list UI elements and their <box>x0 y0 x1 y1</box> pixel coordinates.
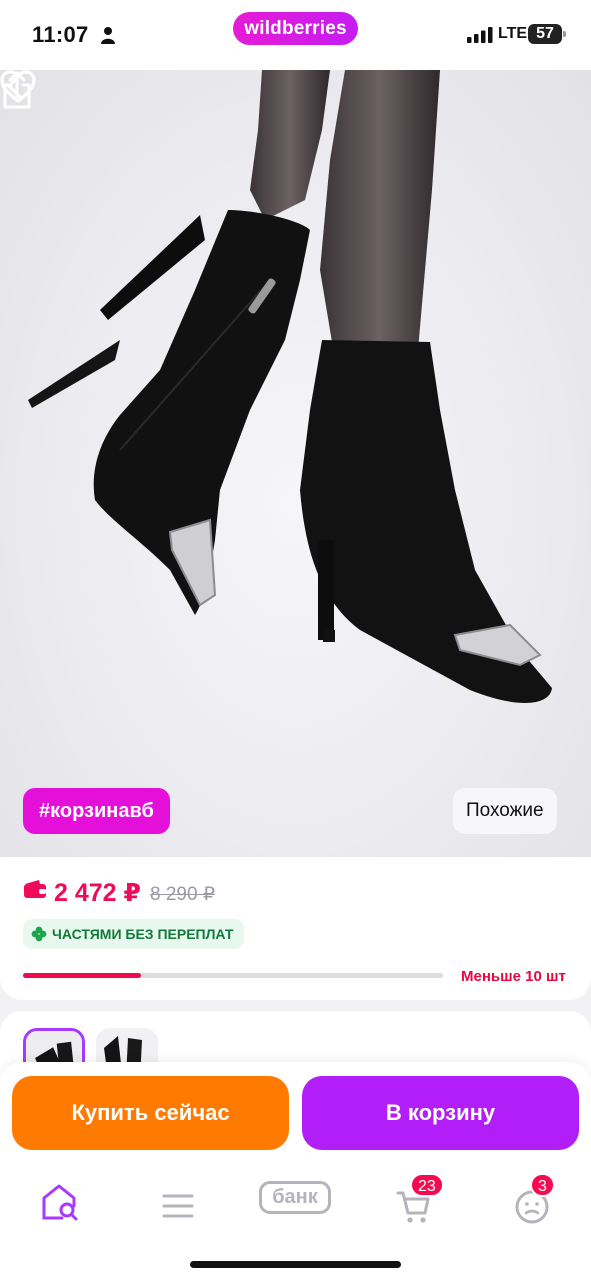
current-price: 2 472 ₽ <box>54 879 141 907</box>
home-indicator <box>190 1261 401 1268</box>
tab-bar: банк 23 3 <box>0 1162 591 1280</box>
installment-badge[interactable]: ЧАСТЯМИ БЕЗ ПЕРЕПЛАТ <box>23 919 245 949</box>
wildberries-logo[interactable]: wildberries <box>233 12 358 45</box>
add-to-cart-button[interactable]: В корзину <box>302 1076 579 1150</box>
product-photo[interactable]: #корзинавб Похожие <box>0 70 591 857</box>
tab-cart[interactable]: 23 <box>384 1172 444 1232</box>
share-icon[interactable] <box>0 70 34 110</box>
network-type: LTE <box>498 25 528 42</box>
product-image <box>28 70 552 703</box>
status-bar: 11:07 wildberries LTE 57 <box>0 0 591 70</box>
installment-label: ЧАСТЯМИ БЕЗ ПЕРЕПЛАТ <box>52 926 234 942</box>
battery-indicator: 57 <box>528 24 566 44</box>
price-card: 2 472 ₽ 8 290 ₽ ЧАСТЯМИ БЕЗ ПЕРЕПЛАТ Мен… <box>0 857 591 1000</box>
profile-badge: 3 <box>530 1173 555 1197</box>
signal-icon <box>467 27 493 43</box>
tab-profile[interactable]: 3 <box>502 1172 562 1232</box>
home-search-icon <box>42 1184 78 1221</box>
tab-home[interactable] <box>30 1172 90 1232</box>
stock-progress-fill <box>23 973 141 978</box>
hashtag-chip[interactable]: #корзинавб <box>23 788 170 834</box>
status-time: 11:07 <box>32 22 89 47</box>
similar-products-button[interactable]: Похожие <box>453 788 557 834</box>
action-bar: Купить сейчас В корзину <box>0 1062 591 1162</box>
stock-label: Меньше 10 шт <box>461 968 566 985</box>
tab-catalog[interactable] <box>148 1172 208 1232</box>
tab-bank[interactable]: банк <box>259 1181 331 1214</box>
menu-icon <box>162 1194 194 1218</box>
wallet-icon <box>24 880 46 898</box>
old-price: 8 290 ₽ <box>150 884 215 905</box>
clover-icon <box>31 926 47 942</box>
stock-progress <box>23 973 443 978</box>
buy-now-button[interactable]: Купить сейчас <box>12 1076 289 1150</box>
cart-badge: 23 <box>410 1173 444 1197</box>
person-icon <box>101 27 115 44</box>
